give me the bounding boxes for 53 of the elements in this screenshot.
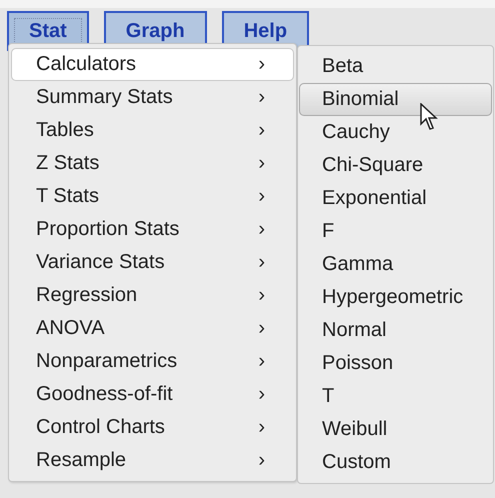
submenu-arrow: › [258,416,265,439]
menu-item[interactable]: Calculators › [11,48,294,81]
submenu-arrow: › [258,284,265,307]
submenu-arrow: › [258,218,265,241]
menu-item-label: ANOVA [36,317,105,340]
submenu-arrow: › [258,53,265,76]
menu-item[interactable]: Exponential [299,182,492,215]
menu-item[interactable]: ANOVA › [11,312,294,345]
menu-item[interactable]: Poisson [299,347,492,380]
menu-item[interactable]: Variance Stats › [11,246,294,279]
menu-item[interactable]: Beta [299,50,492,83]
menu-item[interactable]: Resample › [11,444,294,477]
menu-item[interactable]: Gamma [299,248,492,281]
cursor-icon [420,103,438,131]
menu-item[interactable]: T [299,380,492,413]
menu-item[interactable]: T Stats › [11,180,294,213]
menu-item[interactable]: Z Stats › [11,147,294,180]
menu-item[interactable]: Hypergeometric [299,281,492,314]
menu-item-label: Goodness-of-fit [36,383,173,406]
menu-item[interactable]: Nonparametrics › [11,345,294,378]
submenu-arrow: › [258,449,265,472]
menu-item-label: Resample [36,449,126,472]
menu-item[interactable]: Proportion Stats › [11,213,294,246]
submenu-arrow: › [258,86,265,109]
menu-item-label: T Stats [36,185,99,208]
menu-item-label: Summary Stats [36,86,173,109]
menu-item[interactable]: Custom [299,446,492,479]
submenu-arrow: › [258,185,265,208]
menu-item[interactable]: Goodness-of-fit › [11,378,294,411]
menu-item-label: Control Charts [36,416,165,439]
submenu-arrow: › [258,251,265,274]
menu-item[interactable]: Normal [299,314,492,347]
menu-item[interactable]: Binomial [299,83,492,116]
menu-item[interactable]: Tables › [11,114,294,147]
menu-item[interactable]: F [299,215,492,248]
menu-item[interactable]: Weibull [299,413,492,446]
menu-item-label: Regression [36,284,138,307]
menu-item[interactable]: Regression › [11,279,294,312]
menu-item-label: Proportion Stats [36,218,180,241]
submenu-arrow: › [258,317,265,340]
menu-item-label: Variance Stats [36,251,165,274]
menu-item-label: Calculators [36,53,136,76]
menu-item-label: Tables [36,119,94,142]
submenu-arrow: › [258,119,265,142]
menu-item[interactable]: Cauchy [299,116,492,149]
submenu-arrow: › [258,383,265,406]
menu-item-label: Nonparametrics [36,350,178,373]
submenu-arrow: › [258,152,265,175]
menu-item-label: Z Stats [36,152,100,175]
menu-item[interactable]: Summary Stats › [11,81,294,114]
submenu-arrow: › [258,350,265,373]
menu-item[interactable]: Chi-Square [299,149,492,182]
menu-item[interactable]: Control Charts › [11,411,294,444]
